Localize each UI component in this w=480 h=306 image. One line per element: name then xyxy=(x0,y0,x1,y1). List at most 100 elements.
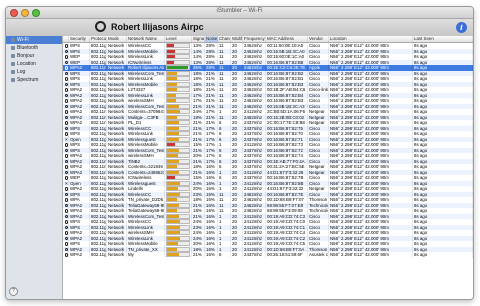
level-meter-fill xyxy=(167,66,188,70)
selected-network-name: Robert Ilijasons Airpc xyxy=(111,22,204,32)
cell-sig: 21% xyxy=(192,252,205,258)
column-header[interactable]: Vendor xyxy=(308,36,329,42)
column-header[interactable]: Frequency xyxy=(243,36,266,42)
cell-net: My xyxy=(127,252,165,258)
level-meter-fill xyxy=(167,231,181,235)
sidebar-item-label: Spectrum xyxy=(17,77,39,83)
level-meter-fill xyxy=(167,77,177,81)
level-meter xyxy=(165,169,192,175)
sidebar-item-label: Bluetooth xyxy=(17,45,39,51)
level-meter xyxy=(165,87,192,93)
level-meter-fill xyxy=(167,148,179,152)
level-meter-fill xyxy=(167,110,181,114)
level-meter xyxy=(165,252,192,258)
sidebar-item-label: Log xyxy=(17,69,26,75)
level-meter-fill xyxy=(167,214,180,218)
cell-frq: 2437mhz xyxy=(243,252,266,258)
level-meter xyxy=(165,202,192,208)
sidebar-item-wi-fi[interactable]: Wi-Fi xyxy=(6,36,62,44)
level-meter-fill xyxy=(167,176,176,180)
level-meter xyxy=(165,109,192,115)
cell-noi: 16% xyxy=(205,252,218,258)
level-meter xyxy=(165,136,192,142)
sidebar-item-bluetooth[interactable]: Bluetooth xyxy=(6,44,62,52)
level-meter-fill xyxy=(167,170,180,174)
info-button[interactable]: i xyxy=(456,22,467,33)
level-meter-fill xyxy=(167,209,177,213)
sidebar-item-icon xyxy=(11,38,15,42)
level-meter-fill xyxy=(167,143,176,147)
column-header[interactable]: Last Seen xyxy=(413,36,473,42)
sidebar-item-icon xyxy=(11,54,15,58)
level-meter-fill xyxy=(167,137,179,141)
level-meter xyxy=(165,43,192,49)
column-header[interactable]: Location xyxy=(329,36,413,42)
column-header[interactable]: Protocol xyxy=(90,36,107,42)
help-button[interactable]: ? xyxy=(9,287,18,296)
level-meter xyxy=(165,48,192,54)
level-meter-fill xyxy=(167,115,177,119)
level-meter xyxy=(165,114,192,120)
level-meter-fill xyxy=(167,203,180,207)
column-header[interactable]: Noise xyxy=(205,36,218,42)
level-meter-fill xyxy=(167,159,180,163)
column-header[interactable]: Mode xyxy=(107,36,127,42)
cell-loc: N56° 2.298' E12° 42.000' 90m xyxy=(329,252,413,258)
sidebar: Wi-Fi Bluetooth Bonjour Location Log Spectrum… xyxy=(6,36,63,299)
column-header[interactable]: Width xyxy=(231,36,243,42)
title-bar: iStumbler – Wi-Fi xyxy=(6,7,473,19)
sidebar-item-bonjour[interactable]: Bonjour xyxy=(6,52,62,60)
level-meter xyxy=(165,197,192,203)
sidebar-item-spectrum[interactable]: Spectrum xyxy=(6,76,62,84)
level-meter xyxy=(165,92,192,98)
column-header[interactable]: Security xyxy=(69,36,90,42)
sidebar-item-icon xyxy=(11,62,15,66)
level-meter-fill xyxy=(167,154,178,158)
cell-mod: Network xyxy=(107,252,127,258)
level-meter-fill xyxy=(167,220,181,224)
level-meter-fill xyxy=(167,55,175,59)
level-meter xyxy=(165,186,192,192)
level-meter xyxy=(165,65,192,71)
sidebar-item-label: Bonjour xyxy=(17,53,35,59)
access-point-icon xyxy=(95,21,106,32)
level-meter xyxy=(165,98,192,104)
level-meter-fill xyxy=(167,225,180,229)
sidebar-item-icon xyxy=(11,70,15,74)
level-meter xyxy=(165,125,192,131)
level-meter xyxy=(165,208,192,214)
column-header[interactable]: MAC Address xyxy=(266,36,308,42)
column-header[interactable]: Signal xyxy=(192,36,205,42)
level-meter-fill xyxy=(167,49,175,53)
cell-chn: 6 xyxy=(218,252,231,258)
level-meter xyxy=(165,70,192,76)
level-meter-fill xyxy=(167,99,177,103)
network-table: Security Protocol Mode Network Name Level Sig… xyxy=(63,36,473,299)
level-meter xyxy=(165,158,192,164)
main-window: iStumbler – Wi-Fi Robert Ilijasons Airpc… xyxy=(5,6,474,300)
column-header[interactable]: Level xyxy=(165,36,192,42)
sidebar-item-icon xyxy=(11,46,15,50)
level-meter-fill xyxy=(167,60,175,64)
toolbar: Robert Ilijasons Airpc i xyxy=(6,19,473,37)
level-meter xyxy=(165,81,192,87)
level-meter-fill xyxy=(167,242,178,246)
level-meter-fill xyxy=(167,236,181,240)
sidebar-item-log[interactable]: Log xyxy=(6,68,62,76)
level-meter-fill xyxy=(167,104,180,108)
level-meter xyxy=(165,164,192,170)
column-header[interactable]: Network Name xyxy=(127,36,165,42)
level-meter-fill xyxy=(167,132,180,136)
level-meter-fill xyxy=(167,121,180,125)
level-meter xyxy=(165,54,192,60)
sidebar-item-location[interactable]: Location xyxy=(6,60,62,68)
column-header[interactable]: Channel xyxy=(218,36,231,42)
level-meter xyxy=(165,241,192,247)
table-row[interactable]: WPA2 802.11g Network My 21% 16% 6 20 2437mhz 00:2… xyxy=(63,252,473,258)
level-meter xyxy=(165,230,192,236)
window-title: iStumbler – Wi-Fi xyxy=(216,8,263,14)
sidebar-item-icon xyxy=(11,78,15,82)
cell-ven: Asustek co. xyxy=(309,252,329,258)
level-meter-fill xyxy=(167,165,177,169)
level-meter xyxy=(165,153,192,159)
